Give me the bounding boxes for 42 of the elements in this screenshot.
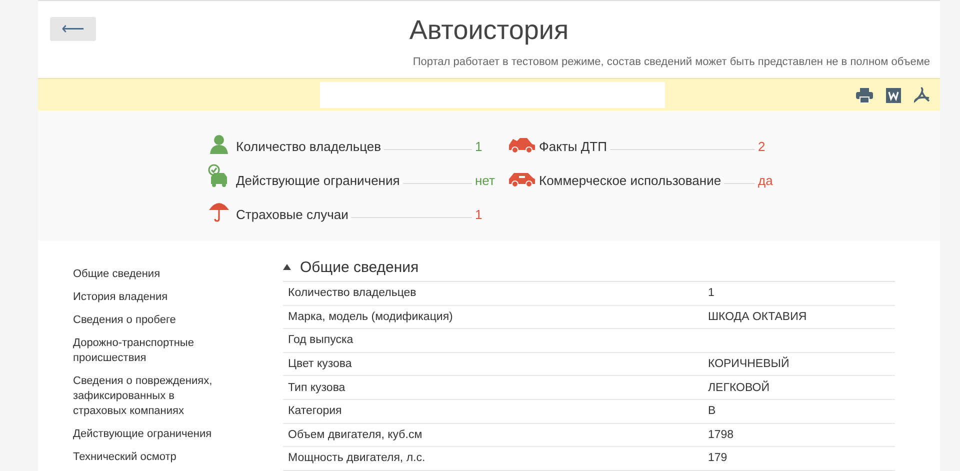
summary-value: 1 xyxy=(475,139,484,154)
summary-label: Факты ДТП xyxy=(539,139,607,154)
summary-value: да xyxy=(758,173,774,188)
summary-label: Страховые случаи xyxy=(236,207,348,222)
summary-value: 1 xyxy=(475,207,484,222)
back-button[interactable]: ⟵ xyxy=(50,17,96,41)
table-cell-text: Объем двигателя, куб.см xyxy=(287,428,424,441)
sidebar-link[interactable]: Действующие ограничения xyxy=(73,427,223,442)
summary-value: нет xyxy=(475,173,495,188)
pdf-icon[interactable] xyxy=(914,87,930,103)
sidebar-link[interactable]: Общие сведения xyxy=(73,267,223,282)
sidebar-link[interactable]: Сведения о пробеге xyxy=(73,313,223,328)
table-cell: ЛЕГКОВОЙ xyxy=(708,382,770,394)
table-cell-text: Год выпуска xyxy=(287,334,354,346)
table-cell-text: Категория xyxy=(287,405,343,418)
sidebar-link[interactable]: Дорожно-транспортные происшествия xyxy=(73,336,223,366)
table-cell-text: Цвет кузова xyxy=(287,358,353,370)
damaged-car-icon xyxy=(508,136,536,154)
table-cell: ШКОДА ОКТАВИЯ xyxy=(708,310,807,323)
sidebar-link[interactable]: Сведения о повреждениях, зафиксированных в страховых компаниях xyxy=(73,374,223,419)
summary-label: Количество владельцев xyxy=(236,139,382,154)
table-cell-text: Марка, модель (модификация) xyxy=(287,310,454,323)
table-cell: КОРИЧНЕВЫЙ xyxy=(708,358,790,370)
page-title: Автоистория xyxy=(409,15,569,46)
collapse-triangle-icon xyxy=(283,264,291,270)
taxi-icon xyxy=(508,170,536,188)
table-cell: B xyxy=(708,405,716,418)
table-cell: 179 xyxy=(708,452,728,464)
summary-value: 2 xyxy=(758,139,766,154)
summary-label: Коммерческое использование xyxy=(539,173,722,188)
table-cell-text: Количество владельцев xyxy=(287,287,418,300)
table-cell: 1 xyxy=(708,287,714,300)
table-cell-text: Тип кузова xyxy=(287,382,346,394)
summary-label: Действующие ограничения xyxy=(236,173,400,188)
sidebar-link[interactable]: История владения xyxy=(73,290,223,305)
print-icon[interactable] xyxy=(856,88,873,102)
section-header[interactable]: Общие сведения xyxy=(283,255,895,279)
sidebar-link[interactable]: Технический осмотр xyxy=(73,450,223,465)
table-cell-text: Мощность двигателя, л.с. xyxy=(287,452,426,464)
notice-text: Портал работает в тестовом режиме, состав сведений может быть представлен не в полном объеме xyxy=(412,56,930,68)
word-icon[interactable] xyxy=(886,88,901,102)
table-cell: 1798 xyxy=(708,428,734,441)
